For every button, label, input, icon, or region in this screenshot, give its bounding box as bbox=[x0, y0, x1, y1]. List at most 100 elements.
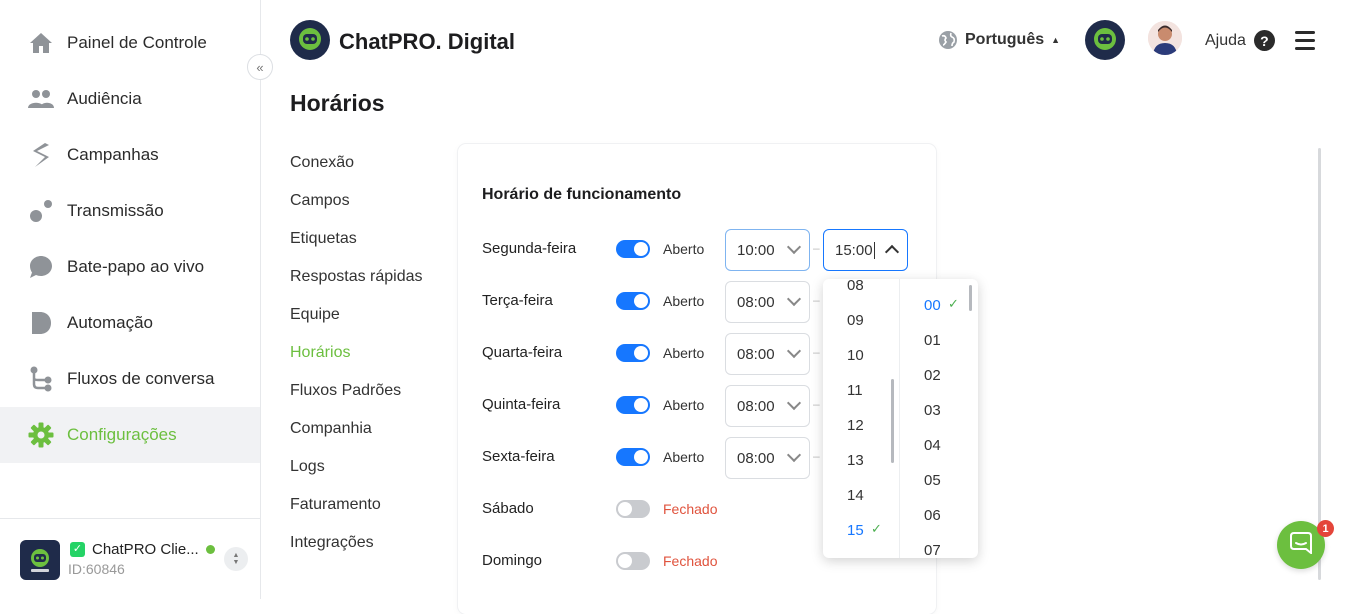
minute-option[interactable]: 02 bbox=[924, 367, 941, 384]
account-name-row: ✓ ChatPRO Clie... bbox=[70, 541, 215, 558]
minute-option[interactable]: 07 bbox=[924, 542, 941, 558]
submenu-schedules[interactable]: Horários bbox=[290, 344, 350, 362]
language-label: Português bbox=[965, 31, 1045, 48]
hour-option[interactable]: 12 bbox=[847, 417, 864, 434]
sidebar-item-broadcast[interactable]: Transmissão bbox=[0, 183, 260, 239]
minute-option[interactable]: 03 bbox=[924, 402, 941, 419]
hour-option[interactable]: 08 bbox=[847, 279, 864, 294]
chat-icon bbox=[28, 254, 54, 280]
menu-icon[interactable] bbox=[1295, 31, 1315, 51]
day-label-wednesday: Quarta-feira bbox=[482, 344, 563, 361]
start-time-monday[interactable]: 10:00 bbox=[725, 229, 810, 271]
help-link[interactable]: Ajuda ? bbox=[1205, 30, 1275, 51]
hour-option[interactable]: 10 bbox=[847, 347, 864, 364]
hour-option[interactable]: 14 bbox=[847, 487, 864, 504]
toggle-tuesday[interactable] bbox=[616, 292, 650, 310]
toggle-saturday[interactable] bbox=[616, 500, 650, 518]
submenu-tags[interactable]: Etiquetas bbox=[290, 230, 357, 248]
users-icon bbox=[28, 86, 54, 112]
hour-scrollbar[interactable] bbox=[891, 379, 894, 463]
sidebar-item-label: Automação bbox=[67, 313, 153, 332]
broadcast-icon bbox=[28, 198, 54, 224]
minute-option-selected[interactable]: 00 bbox=[924, 297, 941, 314]
account-switch-icon[interactable]: ▲ ▼ bbox=[224, 547, 248, 571]
sidebar-item-live-chat[interactable]: Bate-papo ao vivo bbox=[0, 239, 260, 295]
start-time-value: 10:00 bbox=[737, 241, 775, 259]
sidebar-item-label: Bate-papo ao vivo bbox=[67, 257, 205, 276]
chat-bubble-icon bbox=[1290, 531, 1312, 559]
start-time-friday[interactable]: 08:00 bbox=[725, 437, 810, 479]
day-label-tuesday: Terça-feira bbox=[482, 292, 553, 309]
hour-option[interactable]: 13 bbox=[847, 452, 864, 469]
toggle-thursday[interactable] bbox=[616, 396, 650, 414]
bot-avatar[interactable] bbox=[1085, 20, 1125, 60]
language-selector[interactable]: Português ▲ bbox=[938, 30, 1060, 50]
minute-option[interactable]: 04 bbox=[924, 437, 941, 454]
sidebar-item-dashboard[interactable]: Painel de Controle bbox=[0, 15, 260, 71]
sidebar-item-campaigns[interactable]: Campanhas bbox=[0, 127, 260, 183]
user-avatar[interactable] bbox=[1148, 21, 1182, 55]
question-icon: ? bbox=[1253, 30, 1275, 51]
globe-icon bbox=[938, 30, 958, 50]
submenu-billing[interactable]: Faturamento bbox=[290, 496, 381, 514]
start-time-thursday[interactable]: 08:00 bbox=[725, 385, 810, 427]
toggle-wednesday[interactable] bbox=[616, 344, 650, 362]
sidebar: Painel de Controle Audiência Campanhas T… bbox=[0, 0, 261, 599]
day-label-thursday: Quinta-feira bbox=[482, 396, 561, 413]
submenu-company[interactable]: Companhia bbox=[290, 420, 372, 438]
minute-option[interactable]: 05 bbox=[924, 472, 941, 489]
sidebar-item-audience[interactable]: Audiência bbox=[0, 71, 260, 127]
submenu-fields[interactable]: Campos bbox=[290, 192, 350, 210]
time-picker-dropdown: 08 09 10 11 12 13 14 15 ✓ 00 ✓ 01 02 03 … bbox=[823, 279, 978, 558]
help-label: Ajuda bbox=[1205, 31, 1246, 49]
sidebar-item-automation[interactable]: Automação bbox=[0, 295, 260, 351]
submenu-default-flows[interactable]: Fluxos Padrões bbox=[290, 382, 401, 400]
submenu-connection[interactable]: Conexão bbox=[290, 154, 354, 172]
flow-icon bbox=[28, 366, 54, 392]
sidebar-item-label: Transmissão bbox=[67, 201, 164, 220]
account-panel[interactable]: ✓ ChatPRO Clie... ID:60846 bbox=[0, 518, 260, 599]
hour-option[interactable]: 11 bbox=[847, 382, 863, 399]
chevron-down-icon bbox=[786, 291, 802, 307]
toggle-sunday[interactable] bbox=[616, 552, 650, 570]
hour-option[interactable]: 09 bbox=[847, 312, 864, 329]
brand-logo[interactable] bbox=[290, 20, 330, 60]
submenu-integrations[interactable]: Integrações bbox=[290, 534, 374, 552]
submenu-logs[interactable]: Logs bbox=[290, 458, 325, 476]
caret-up-icon: ▲ bbox=[1051, 35, 1061, 45]
start-time-tuesday[interactable]: 08:00 bbox=[725, 281, 810, 323]
submenu-quick-replies[interactable]: Respostas rápidas bbox=[290, 268, 423, 286]
gear-icon bbox=[28, 422, 54, 448]
start-time-value: 08:00 bbox=[737, 293, 775, 311]
start-time-wednesday[interactable]: 08:00 bbox=[725, 333, 810, 375]
collapse-sidebar-icon[interactable]: « bbox=[247, 54, 273, 80]
chevron-up-icon bbox=[884, 244, 900, 260]
minute-option[interactable]: 01 bbox=[924, 332, 941, 349]
minute-option[interactable]: 06 bbox=[924, 507, 941, 524]
time-separator: – bbox=[813, 293, 820, 307]
submenu-team[interactable]: Equipe bbox=[290, 306, 340, 324]
status-friday: Aberto bbox=[663, 449, 705, 465]
home-icon bbox=[28, 30, 54, 56]
page-scrollbar[interactable] bbox=[1318, 148, 1321, 580]
sidebar-item-label: Campanhas bbox=[67, 145, 159, 164]
sidebar-item-label: Configurações bbox=[67, 425, 177, 444]
end-time-value: 15:00 bbox=[835, 241, 873, 259]
time-separator: – bbox=[813, 345, 820, 359]
picker-column-divider bbox=[899, 279, 900, 558]
sidebar-item-conversation-flows[interactable]: Fluxos de conversa bbox=[0, 351, 260, 407]
toggle-friday[interactable] bbox=[616, 448, 650, 466]
start-time-value: 08:00 bbox=[737, 397, 775, 415]
account-avatar bbox=[20, 540, 60, 580]
text-cursor bbox=[873, 241, 875, 259]
automation-icon bbox=[28, 310, 54, 336]
sidebar-item-settings[interactable]: Configurações bbox=[0, 407, 260, 463]
toggle-monday[interactable] bbox=[616, 240, 650, 258]
hour-option-selected[interactable]: 15 bbox=[847, 522, 864, 539]
end-time-monday[interactable]: 15:00 bbox=[823, 229, 908, 271]
check-icon: ✓ bbox=[871, 521, 882, 536]
sidebar-item-label: Audiência bbox=[67, 89, 142, 108]
minute-scrollbar[interactable] bbox=[969, 285, 972, 311]
page-title: Horários bbox=[290, 90, 385, 116]
status-saturday: Fechado bbox=[663, 501, 718, 517]
